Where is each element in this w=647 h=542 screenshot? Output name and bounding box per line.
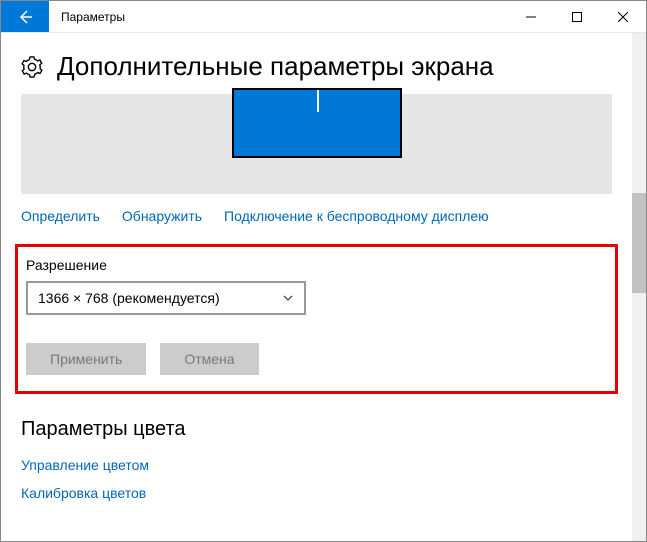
color-management-link[interactable]: Управление цветом: [1, 451, 632, 479]
gear-icon: [21, 56, 43, 78]
scrollbar-thumb[interactable]: [632, 193, 646, 293]
apply-button[interactable]: Применить: [26, 343, 146, 375]
page-title: Дополнительные параметры экрана: [57, 51, 494, 82]
resolution-value: 1366 × 768 (рекомендуется): [38, 290, 220, 306]
monitor-icon[interactable]: [232, 88, 402, 158]
close-button[interactable]: [600, 1, 646, 32]
resolution-section: Разрешение 1366 × 768 (рекомендуется) Пр…: [15, 244, 618, 394]
maximize-button[interactable]: [554, 1, 600, 32]
resolution-dropdown[interactable]: 1366 × 768 (рекомендуется): [26, 281, 306, 315]
window-title: Параметры: [49, 1, 508, 32]
display-preview: [21, 94, 612, 194]
chevron-down-icon: [282, 292, 294, 304]
back-button[interactable]: [1, 1, 49, 32]
detect-link[interactable]: Обнаружить: [122, 208, 202, 224]
minimize-button[interactable]: [508, 1, 554, 32]
monitor-divider: [317, 90, 319, 112]
color-section-title: Параметры цвета: [1, 394, 632, 451]
color-calibration-link[interactable]: Калибровка цветов: [1, 479, 632, 507]
cancel-button[interactable]: Отмена: [160, 343, 258, 375]
wireless-display-link[interactable]: Подключение к беспроводному дисплею: [224, 208, 489, 224]
identify-link[interactable]: Определить: [21, 208, 100, 224]
resolution-label: Разрешение: [26, 257, 607, 273]
